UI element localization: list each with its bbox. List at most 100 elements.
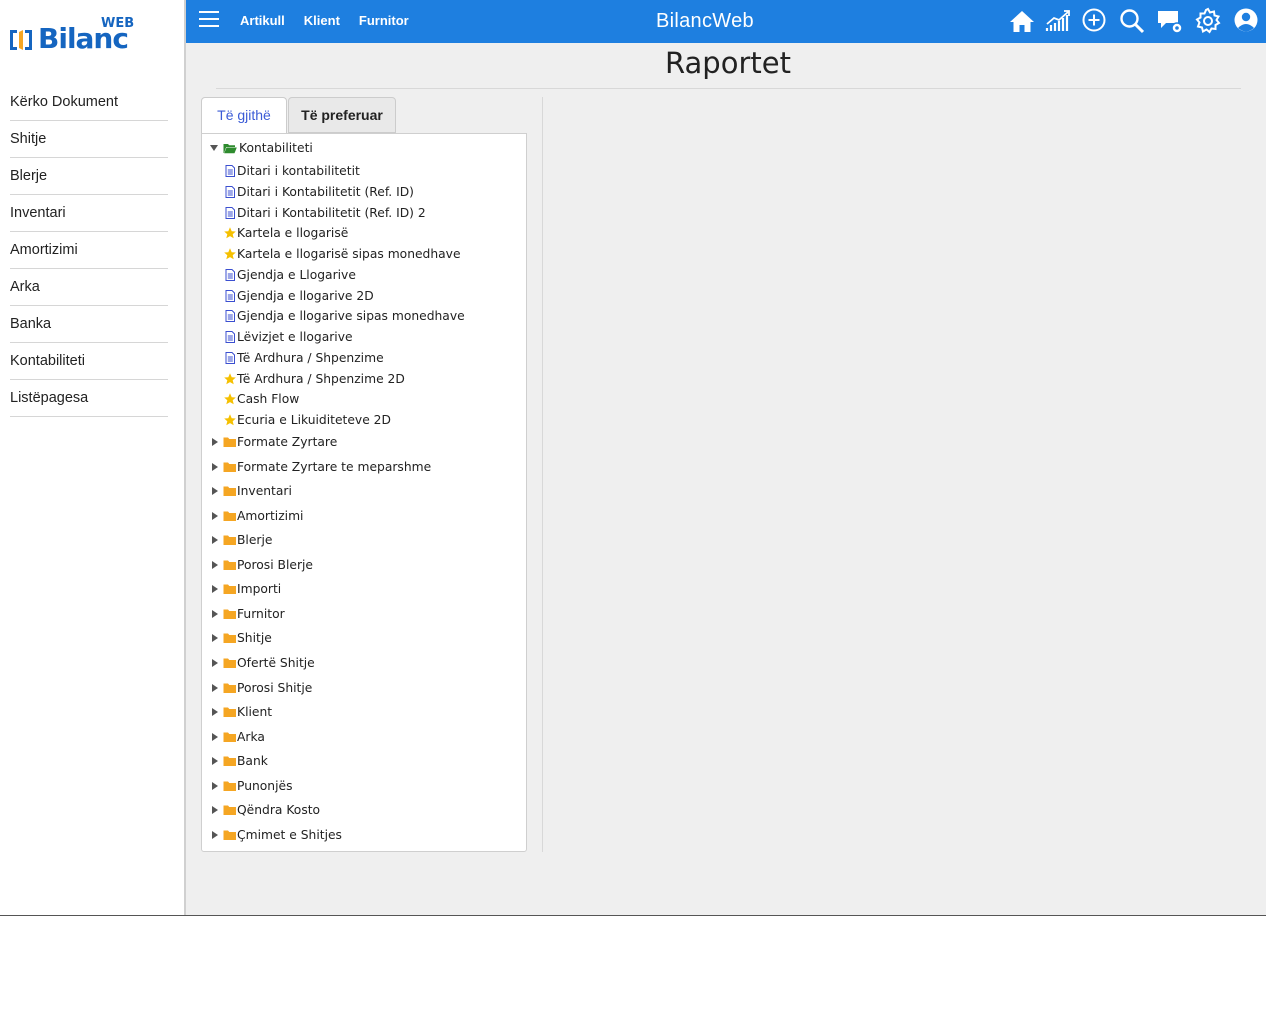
nav-artikull[interactable]: Artikull [240, 0, 285, 43]
menu-icon[interactable] [199, 11, 219, 27]
collapse-caret-icon[interactable] [210, 145, 218, 151]
tree-folder-item[interactable]: Qëndra Kosto [202, 800, 526, 820]
tree-report-item[interactable]: Ditari i Kontabilitetit (Ref. ID) 2 [202, 203, 526, 223]
expand-caret-icon[interactable] [212, 781, 218, 790]
folder-icon [223, 535, 236, 546]
expand-caret-icon[interactable] [212, 634, 218, 643]
tree-report-item[interactable]: Gjendja e Llogarive [202, 265, 526, 285]
page-title: Raportet [665, 46, 791, 80]
tree-node-label: Të Ardhura / Shpenzime [237, 350, 384, 365]
user-icon[interactable] [1232, 7, 1260, 35]
tree-node-label: Cash Flow [237, 392, 300, 407]
expand-caret-icon[interactable] [212, 560, 218, 569]
folder-icon [223, 560, 236, 570]
sidebar-item-listepagesa[interactable]: Listëpagesa [10, 380, 168, 417]
nav-furnitor[interactable]: Furnitor [359, 0, 409, 43]
top-nav: Artikull Klient Furnitor [240, 0, 428, 43]
sidebar-item-kontabiliteti[interactable]: Kontabiliteti [10, 343, 168, 380]
sidebar-item-blerje[interactable]: Blerje [10, 158, 168, 195]
tree-folder-item[interactable]: Porosi Blerje [202, 555, 526, 575]
tree-folder-item[interactable]: Shitje [202, 628, 526, 648]
star-icon [224, 248, 236, 260]
gear-icon[interactable] [1194, 7, 1222, 35]
sidebar-menu: Kërko Dokument Shitje Blerje Inventari A… [10, 84, 168, 417]
folder-icon [223, 658, 236, 668]
tree-report-item[interactable]: Kartela e llogarisë sipas monedhave [202, 244, 526, 264]
tree-folder-item[interactable]: Inventari [202, 481, 526, 501]
tree-report-item[interactable]: Të Ardhura / Shpenzime [202, 348, 526, 368]
app-root: Bilanc WEB Kërko Dokument Shitje Blerje … [0, 0, 1266, 916]
search-icon[interactable] [1118, 7, 1146, 35]
tree-folder-item[interactable]: Klient [202, 702, 526, 722]
chart-icon[interactable] [1044, 7, 1072, 35]
tree-folder-item[interactable]: Punonjës [202, 776, 526, 796]
star-icon [224, 414, 236, 426]
tree-report-item[interactable]: Gjendja e llogarive 2D [202, 286, 526, 306]
add-icon[interactable] [1080, 7, 1108, 35]
expand-caret-icon[interactable] [212, 830, 218, 839]
sidebar-item-shitje[interactable]: Shitje [10, 121, 168, 158]
tree-report-item[interactable]: Të Ardhura / Shpenzime 2D [202, 369, 526, 389]
tree-folder-item[interactable]: Formate Zyrtare te meparshme [202, 457, 526, 477]
app-title: BilancWeb [656, 10, 754, 32]
tree-node-label: Formate Zyrtare [237, 435, 338, 449]
expand-caret-icon[interactable] [212, 683, 218, 692]
tree-folder-item[interactable]: Furnitor [202, 604, 526, 624]
expand-caret-icon[interactable] [212, 536, 218, 545]
tab-all[interactable]: Të gjithë [201, 97, 287, 135]
tree-node-label: Gjendja e Llogarive [237, 267, 356, 282]
document-icon [225, 185, 235, 198]
tree-folder-item[interactable]: Blerje [202, 530, 526, 550]
sidebar-item-kerko-dokument[interactable]: Kërko Dokument [10, 84, 168, 121]
expand-caret-icon[interactable] [212, 585, 218, 594]
tree-folder-item[interactable]: Amortizimi [202, 506, 526, 526]
expand-caret-icon[interactable] [212, 732, 218, 741]
document-icon [225, 289, 235, 302]
sidebar-item-banka[interactable]: Banka [10, 306, 168, 343]
tree-report-item[interactable]: Ditari i Kontabilitetit (Ref. ID) [202, 182, 526, 202]
home-icon[interactable] [1008, 7, 1036, 35]
chat-settings-icon[interactable] [1156, 7, 1184, 35]
expand-caret-icon[interactable] [212, 511, 218, 520]
tree-report-item[interactable]: Kartela e llogarisë [202, 223, 526, 243]
tree-report-item[interactable]: Gjendja e llogarive sipas monedhave [202, 306, 526, 326]
tree-folder-item[interactable]: Porosi Shitje [202, 678, 526, 698]
tree-report-item[interactable]: Cash Flow [202, 389, 526, 409]
expand-caret-icon[interactable] [212, 708, 218, 717]
tree-node-label: Ecuria e Likuiditeteve 2D [237, 413, 391, 427]
tree-folder-item[interactable]: Bank [202, 751, 526, 771]
bilanc-logo[interactable]: Bilanc WEB [8, 16, 138, 60]
tree-node-label: Të Ardhura / Shpenzime 2D [237, 371, 405, 386]
expand-caret-icon[interactable] [212, 658, 218, 667]
sidebar-item-inventari[interactable]: Inventari [10, 195, 168, 232]
folder-icon [223, 486, 236, 497]
tree-folder-kontabiliteti[interactable]: Kontabiliteti [202, 138, 526, 158]
logo-suffix: WEB [101, 16, 135, 31]
folder-icon [223, 805, 236, 816]
document-icon [225, 268, 235, 281]
expand-caret-icon[interactable] [212, 806, 218, 815]
tree-node-label: Qëndra Kosto [237, 803, 321, 818]
folder-icon [223, 511, 236, 521]
tree-folder-item[interactable]: Ofertë Shitje [202, 653, 526, 673]
document-icon [225, 165, 235, 177]
tab-favorites[interactable]: Të preferuar [288, 97, 396, 133]
tree-node-label: Porosi Shitje [237, 680, 313, 695]
expand-caret-icon[interactable] [212, 487, 218, 496]
tree-node-label: Blerje [237, 533, 273, 548]
star-icon [224, 227, 236, 239]
expand-caret-icon[interactable] [212, 757, 218, 766]
tree-report-item[interactable]: Ecuria e Likuiditeteve 2D [202, 410, 526, 430]
tree-folder-item[interactable]: Arka [202, 727, 526, 747]
tree-report-item[interactable]: Lëvizjet e llogarive [202, 327, 526, 347]
sidebar-item-amortizimi[interactable]: Amortizimi [10, 232, 168, 269]
tree-folder-item[interactable]: Çmimet e Shitjes [202, 825, 526, 845]
tree-folder-item[interactable]: Formate Zyrtare [202, 432, 526, 452]
nav-klient[interactable]: Klient [304, 0, 340, 43]
expand-caret-icon[interactable] [212, 609, 218, 618]
tree-report-item[interactable]: Ditari i kontabilitetit [202, 161, 526, 181]
expand-caret-icon[interactable] [212, 462, 218, 471]
sidebar-item-arka[interactable]: Arka [10, 269, 168, 306]
tree-folder-item[interactable]: Importi [202, 579, 526, 599]
expand-caret-icon[interactable] [212, 438, 218, 446]
